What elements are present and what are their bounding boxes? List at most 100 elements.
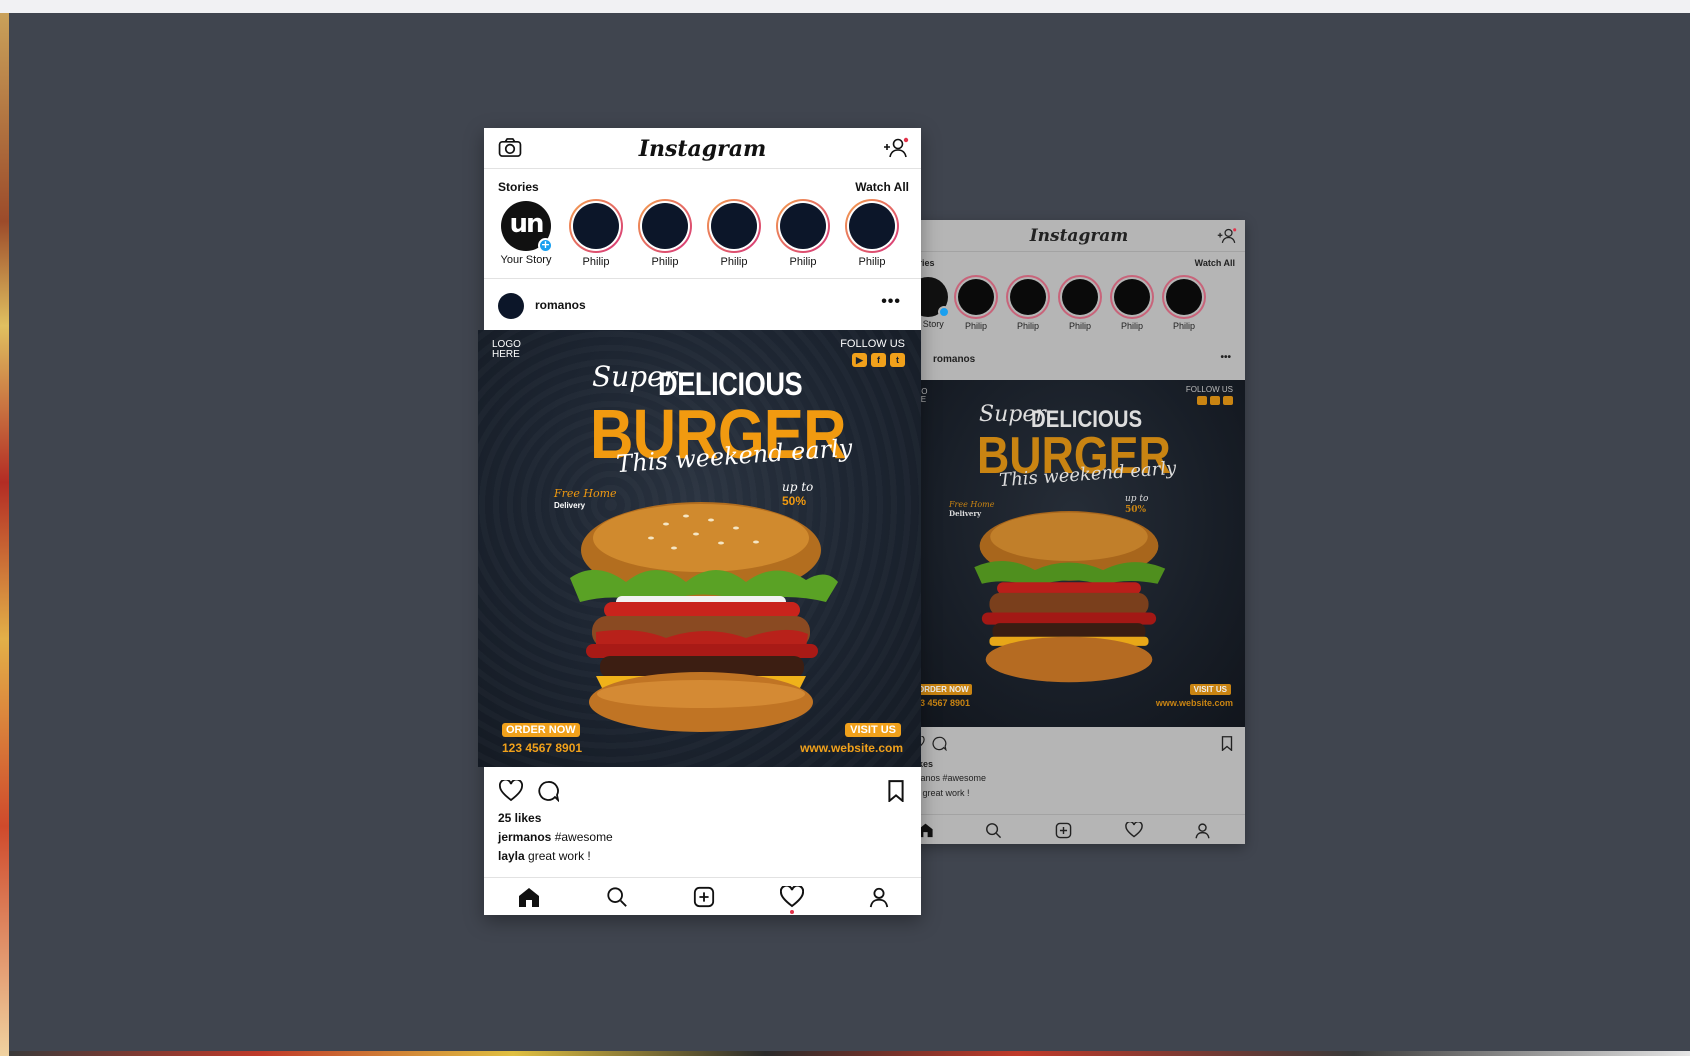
burger-image <box>974 511 1166 683</box>
story-name: Philip <box>1068 321 1091 331</box>
search-icon[interactable] <box>605 886 629 908</box>
story-ring <box>1162 275 1206 319</box>
heart-icon[interactable] <box>499 780 523 802</box>
back-tab-bar <box>913 814 1245 844</box>
comment: layla great work ! <box>498 849 591 863</box>
add-user-icon[interactable] <box>1217 227 1237 245</box>
story-item[interactable]: Philip <box>842 199 902 268</box>
stories-bar: Stories Watch All un + Your Story Philip… <box>484 169 921 279</box>
story-ring <box>845 199 899 253</box>
story-name: Philip <box>582 256 610 268</box>
youtube-icon: ▶ <box>852 353 867 367</box>
back-instagram-logo: Instagram <box>1029 226 1129 246</box>
activity-heart-icon[interactable] <box>1125 822 1143 838</box>
order-now-button[interactable]: ORDER NOW <box>502 723 580 737</box>
back-story-item[interactable]: Philip <box>1109 275 1155 331</box>
bookmark-icon[interactable] <box>887 780 905 802</box>
add-user-icon[interactable] <box>883 137 909 159</box>
back-story-item[interactable]: Philip <box>1161 275 1207 331</box>
story-item[interactable]: Philip <box>635 199 695 268</box>
add-post-icon[interactable] <box>1055 822 1072 839</box>
ad-website: www.website.com <box>800 741 903 755</box>
instagram-header: Instagram <box>484 128 921 169</box>
story-ring <box>954 275 998 319</box>
left-edge-strip <box>0 13 9 1056</box>
post-image[interactable]: LOGO HERE FOLLOW US ▶ f t Super DELICIOUS… <box>478 330 921 767</box>
youtube-icon <box>1197 396 1207 405</box>
ad-follow-us: FOLLOW US ▶ f t <box>840 338 905 367</box>
top-edge-strip <box>0 0 1690 13</box>
comment-icon[interactable] <box>537 780 559 802</box>
back-story-item[interactable]: Philip <box>1057 275 1103 331</box>
back-phone-mockup: Instagram ories Watch All ur Story Phili… <box>913 220 1245 844</box>
notification-dot <box>790 910 794 914</box>
plus-badge-icon: + <box>538 238 553 253</box>
post-header: romanos ••• <box>484 279 921 330</box>
twitter-icon <box>1223 396 1233 405</box>
ad-phone-number: 23 4567 8901 <box>915 698 971 708</box>
burger-image <box>570 502 838 732</box>
caption: jermanos #awesome <box>498 830 613 844</box>
back-story-item[interactable]: Philip <box>1005 275 1051 331</box>
stories-label: Stories <box>498 180 539 194</box>
post-username[interactable]: romanos <box>535 298 586 312</box>
story-ring <box>1110 275 1154 319</box>
story-item[interactable]: Philip <box>704 199 764 268</box>
back-post-header: romanos ••• <box>913 340 1245 380</box>
profile-icon[interactable] <box>867 886 891 908</box>
comment: la great work ! <box>913 788 970 798</box>
twitter-icon: t <box>890 353 905 367</box>
more-icon[interactable]: ••• <box>1220 352 1231 363</box>
post-username[interactable]: romanos <box>933 354 975 365</box>
order-now-button[interactable]: ORDER NOW <box>915 684 972 695</box>
bottom-edge-strip <box>9 1051 1690 1056</box>
activity-heart-icon[interactable] <box>780 886 804 908</box>
search-icon[interactable] <box>985 822 1002 839</box>
post-actions <box>484 768 921 808</box>
caption-text: #awesome <box>554 830 613 844</box>
comment-icon[interactable] <box>931 736 947 751</box>
story-name: Philip <box>1172 321 1195 331</box>
add-post-icon[interactable] <box>692 886 716 908</box>
ad-follow-us: FOLLOW US <box>1186 385 1233 405</box>
bookmark-icon[interactable] <box>1221 736 1233 751</box>
visit-us-button[interactable]: VISIT US <box>845 723 901 737</box>
story-ring <box>569 199 623 253</box>
your-story[interactable]: un + Your Story <box>496 199 556 266</box>
watch-all-link[interactable]: Watch All <box>855 180 909 194</box>
avatar[interactable] <box>498 293 524 319</box>
plus-badge-icon <box>938 306 950 318</box>
visit-us-button[interactable]: VISIT US <box>1189 684 1231 695</box>
back-watch-all[interactable]: Watch All <box>1195 258 1235 268</box>
story-ring <box>776 199 830 253</box>
comment-text: great work ! <box>528 849 591 863</box>
ad-website: www.website.com <box>1155 698 1233 708</box>
profile-icon[interactable] <box>1194 822 1211 839</box>
story-ring <box>638 199 692 253</box>
story-name: Philip <box>651 256 679 268</box>
story-item[interactable]: Philip <box>773 199 833 268</box>
story-name: Philip <box>858 256 886 268</box>
story-name: Philip <box>1120 321 1143 331</box>
home-icon[interactable] <box>517 886 541 908</box>
story-ring <box>1058 275 1102 319</box>
story-item[interactable]: Philip <box>566 199 626 268</box>
caption-username[interactable]: jermanos <box>498 830 551 844</box>
comment-username[interactable]: layla <box>498 849 525 863</box>
story-name: Philip <box>964 321 987 331</box>
instagram-logo: Instagram <box>638 136 767 162</box>
story-ring <box>707 199 761 253</box>
bottom-tab-bar <box>484 877 921 915</box>
likes-count: 25 likes <box>498 811 542 825</box>
back-story-item[interactable]: Philip <box>953 275 999 331</box>
facebook-icon: f <box>871 353 886 367</box>
back-post-image: GORE FOLLOW US Super DELICIOUS BURGER Th… <box>913 380 1245 727</box>
facebook-icon <box>1210 396 1220 405</box>
story-ring <box>1006 275 1050 319</box>
avatar: un + <box>501 201 553 253</box>
more-options-icon[interactable]: ••• <box>881 293 901 311</box>
caption: manos #awesome <box>913 773 987 783</box>
front-phone-mockup: Instagram Stories Watch All un + Your St… <box>478 128 921 915</box>
story-name: Philip <box>789 256 817 268</box>
back-header: Instagram <box>913 220 1245 252</box>
